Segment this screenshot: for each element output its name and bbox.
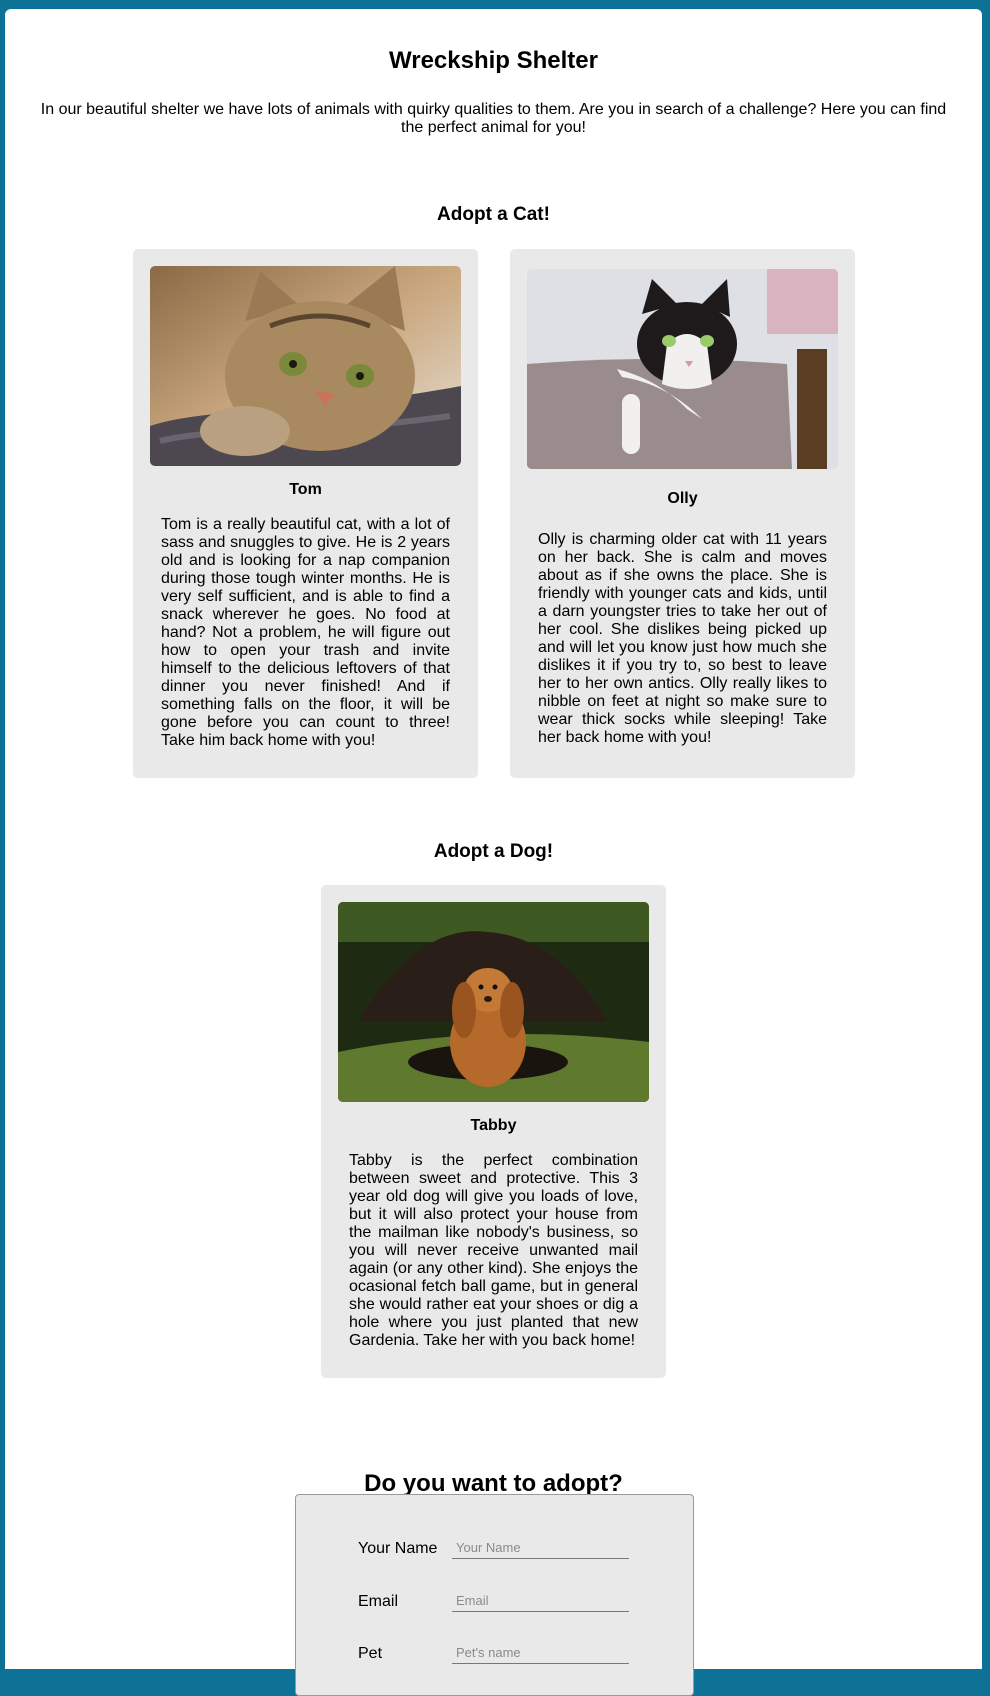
black-white-cat-image bbox=[527, 269, 838, 469]
olly-description: Olly is charming older cat with 11 years… bbox=[538, 531, 827, 746]
tom-photo bbox=[150, 266, 461, 466]
adopt-form: Your Name Email Pet bbox=[295, 1494, 694, 1696]
pet-card-tabby: Tabby Tabby is the perfect combination b… bbox=[321, 885, 666, 1378]
pet-name-input[interactable] bbox=[452, 1642, 629, 1664]
intro-text: In our beautiful shelter we have lots of… bbox=[40, 101, 947, 136]
your-name-input[interactable] bbox=[452, 1537, 629, 1559]
email-label: Email bbox=[358, 1593, 399, 1610]
tabby-cat-image bbox=[150, 266, 461, 466]
pet-card-olly: Olly Olly is charming older cat with 11 … bbox=[510, 249, 855, 778]
pet-label: Pet bbox=[358, 1645, 383, 1662]
email-input[interactable] bbox=[452, 1590, 629, 1612]
tabby-description: Tabby is the perfect combination between… bbox=[349, 1152, 638, 1349]
dogs-section-title: Adopt a Dog! bbox=[433, 841, 554, 862]
your-name-label: Your Name bbox=[358, 1540, 438, 1557]
site-title: Wreckship Shelter bbox=[389, 47, 598, 74]
tabby-name: Tabby bbox=[470, 1117, 517, 1134]
olly-name: Olly bbox=[667, 490, 698, 507]
olly-photo bbox=[527, 269, 838, 469]
pet-card-tom: Tom Tom is a really beautiful cat, with … bbox=[133, 249, 478, 778]
cats-section-title: Adopt a Cat! bbox=[437, 204, 550, 225]
tom-name: Tom bbox=[289, 481, 322, 498]
tabby-photo bbox=[338, 902, 649, 1102]
spaniel-dog-image bbox=[338, 902, 649, 1102]
page-container: Wreckship Shelter In our beautiful shelt… bbox=[5, 9, 982, 1696]
tom-description: Tom is a really beautiful cat, with a lo… bbox=[161, 516, 450, 749]
